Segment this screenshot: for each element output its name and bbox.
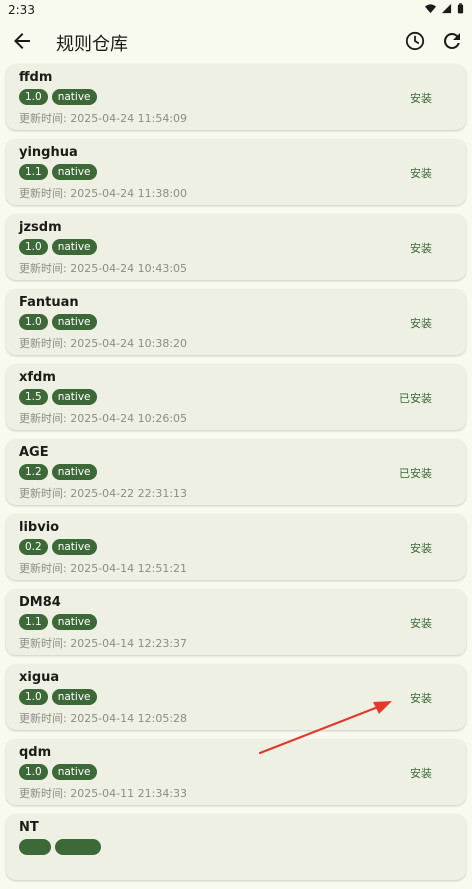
rule-card-ffdm[interactable]: ffdm 1.0 native 更新时间: 2025-04-24 11:54:0… (6, 64, 466, 130)
update-time: 更新时间: 2025-04-24 10:38:20 (19, 337, 188, 350)
rule-card-xigua[interactable]: xigua 1.0 native 更新时间: 2025-04-14 12:05:… (6, 664, 466, 730)
signal-icon (441, 3, 452, 14)
rule-badges: 1.5 native (19, 389, 97, 405)
install-button[interactable]: 安装 (410, 90, 432, 106)
rule-badges: 1.0 native (19, 239, 97, 255)
update-time: 更新时间: 2025-04-24 11:38:00 (19, 187, 188, 200)
version-badge: 1.0 (19, 689, 48, 705)
type-badge: native (51, 614, 97, 630)
version-badge: 1.0 (19, 89, 48, 105)
update-time: 更新时间: 2025-04-11 21:34:33 (19, 787, 188, 800)
rule-name: NT (19, 820, 39, 835)
rule-badges: 1.0 native (19, 89, 97, 105)
app-bar: 规则仓库 (0, 20, 472, 62)
rule-name: xigua (19, 670, 60, 685)
version-badge: 1.1 (19, 164, 48, 180)
refresh-icon[interactable] (440, 29, 464, 53)
back-arrow-icon[interactable] (10, 29, 34, 53)
page-title: 规则仓库 (56, 34, 128, 55)
install-button[interactable]: 安装 (410, 165, 432, 181)
status-icons (425, 3, 464, 14)
rule-card-fantuan[interactable]: Fantuan 1.0 native 更新时间: 2025-04-24 10:3… (6, 289, 466, 355)
update-time: 更新时间: 2025-04-24 11:54:09 (19, 112, 188, 125)
rule-badges: 1.0 native (19, 764, 97, 780)
rule-name: jzsdm (19, 220, 62, 235)
type-badge: native (51, 89, 97, 105)
rule-name: qdm (19, 745, 52, 760)
rule-card-jzsdm[interactable]: jzsdm 1.0 native 更新时间: 2025-04-24 10:43:… (6, 214, 466, 280)
rule-name: DM84 (19, 595, 61, 610)
rule-card-dm84[interactable]: DM84 1.1 native 更新时间: 2025-04-14 12:23:3… (6, 589, 466, 655)
rule-badges: 1.1 native (19, 164, 97, 180)
type-badge: native (51, 389, 97, 405)
status-bar: 2:33 (0, 0, 472, 20)
type-badge: native (51, 464, 97, 480)
history-icon[interactable] (403, 29, 427, 53)
install-button[interactable]: 安装 (410, 690, 432, 706)
rule-card-age[interactable]: AGE 1.2 native 更新时间: 2025-04-22 22:31:13… (6, 439, 466, 505)
update-time: 更新时间: 2025-04-14 12:51:21 (19, 562, 188, 575)
installed-label[interactable]: 已安装 (399, 465, 432, 481)
install-button[interactable]: 安装 (410, 765, 432, 781)
rule-badges: 1.1 native (19, 614, 97, 630)
rule-badges: 1.2 native (19, 464, 97, 480)
rule-name: AGE (19, 445, 49, 460)
installed-label[interactable]: 已安装 (399, 390, 432, 406)
rule-card-nt[interactable]: NT (6, 814, 466, 880)
rule-badges (19, 839, 101, 855)
rule-list: ffdm 1.0 native 更新时间: 2025-04-24 11:54:0… (6, 64, 466, 889)
version-badge: 1.0 (19, 764, 48, 780)
update-time: 更新时间: 2025-04-24 10:26:05 (19, 412, 188, 425)
update-time: 更新时间: 2025-04-22 22:31:13 (19, 487, 188, 500)
version-badge: 1.1 (19, 614, 48, 630)
rule-card-yinghua[interactable]: yinghua 1.1 native 更新时间: 2025-04-24 11:3… (6, 139, 466, 205)
update-time: 更新时间: 2025-04-24 10:43:05 (19, 262, 188, 275)
rule-name: libvio (19, 520, 60, 535)
version-badge: 1.2 (19, 464, 48, 480)
version-badge: 1.5 (19, 389, 48, 405)
type-badge: native (51, 239, 97, 255)
wifi-icon (425, 4, 436, 14)
version-badge: 1.0 (19, 314, 48, 330)
type-badge: native (51, 539, 97, 555)
install-button[interactable]: 安装 (410, 540, 432, 556)
rule-name: xfdm (19, 370, 56, 385)
rule-card-xfdm[interactable]: xfdm 1.5 native 更新时间: 2025-04-24 10:26:0… (6, 364, 466, 430)
version-badge: 0.2 (19, 539, 48, 555)
rule-name: Fantuan (19, 295, 79, 310)
install-button[interactable]: 安装 (410, 240, 432, 256)
rule-badges: 0.2 native (19, 539, 97, 555)
type-badge: native (51, 314, 97, 330)
version-badge (19, 839, 51, 855)
rule-badges: 1.0 native (19, 689, 97, 705)
install-button[interactable]: 安装 (410, 315, 432, 331)
rule-card-libvio[interactable]: libvio 0.2 native 更新时间: 2025-04-14 12:51… (6, 514, 466, 580)
status-time: 2:33 (8, 3, 35, 17)
rule-name: ffdm (19, 70, 53, 85)
install-button[interactable]: 安装 (410, 615, 432, 631)
rule-card-qdm[interactable]: qdm 1.0 native 更新时间: 2025-04-11 21:34:33… (6, 739, 466, 805)
rule-name: yinghua (19, 145, 78, 160)
type-badge: native (51, 689, 97, 705)
type-badge: native (51, 764, 97, 780)
update-time: 更新时间: 2025-04-14 12:05:28 (19, 712, 188, 725)
update-time: 更新时间: 2025-04-14 12:23:37 (19, 637, 188, 650)
battery-icon (457, 3, 464, 14)
rule-badges: 1.0 native (19, 314, 97, 330)
version-badge: 1.0 (19, 239, 48, 255)
type-badge (55, 839, 101, 855)
type-badge: native (51, 164, 97, 180)
